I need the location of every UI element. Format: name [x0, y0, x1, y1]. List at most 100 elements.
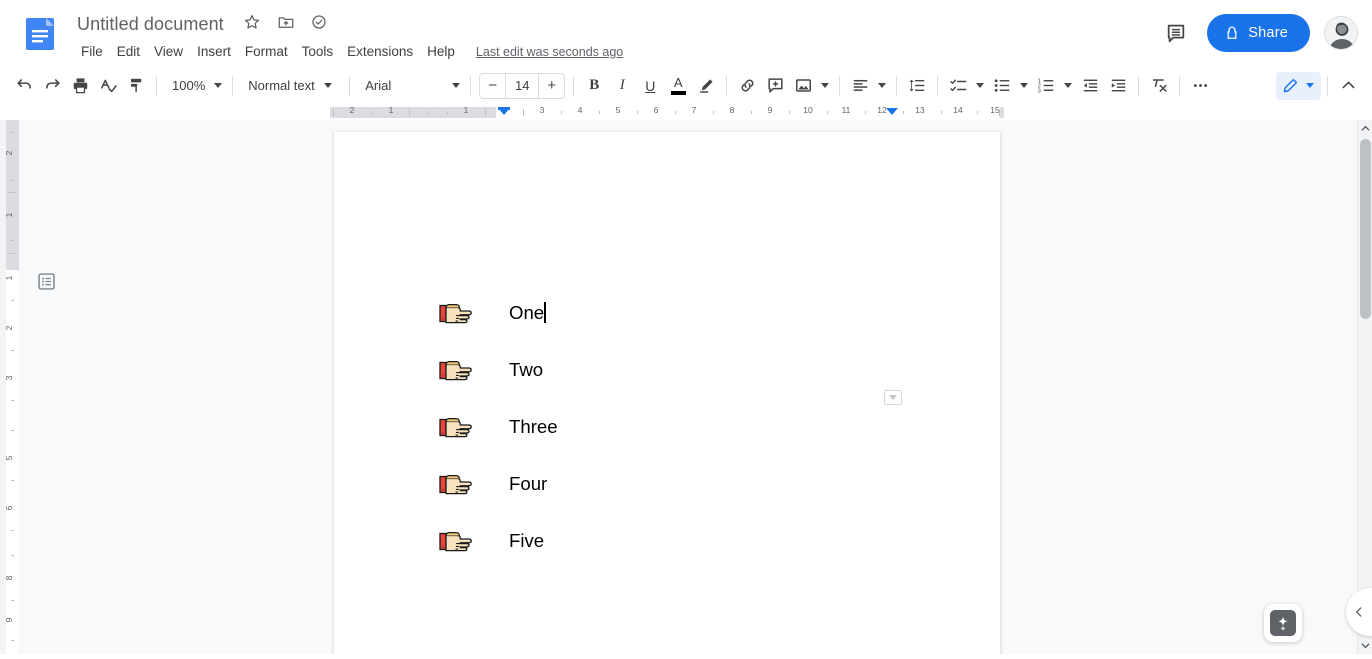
line-spacing-icon[interactable]	[903, 72, 931, 100]
zoom-select[interactable]: 100%	[163, 72, 226, 100]
share-label: Share	[1248, 25, 1288, 41]
chevron-down-icon	[817, 72, 833, 100]
insert-image-button[interactable]	[789, 72, 833, 100]
list-item[interactable]: Two	[437, 341, 917, 398]
increase-indent-icon[interactable]	[1104, 72, 1132, 100]
add-comment-icon[interactable]	[761, 72, 789, 100]
toolbar-divider	[1138, 76, 1139, 96]
ruler-label: 1	[464, 105, 469, 115]
docs-logo-icon[interactable]	[22, 16, 58, 52]
italic-button[interactable]: I	[608, 72, 636, 100]
highlight-icon[interactable]	[692, 72, 720, 100]
spellcheck-icon[interactable]	[94, 72, 122, 100]
left-indent-bar[interactable]	[498, 107, 510, 110]
decrease-indent-icon[interactable]	[1076, 72, 1104, 100]
font-family-select[interactable]: Arial	[356, 72, 464, 100]
star-icon[interactable]	[243, 13, 265, 35]
vruler-label: 1	[4, 276, 14, 281]
numbered-list-button[interactable]: 1 2 3	[1032, 72, 1076, 100]
vruler-label: 1	[4, 213, 14, 218]
align-left-icon	[846, 72, 874, 100]
font-size-stepper: − 14 +	[479, 73, 565, 99]
scroll-down-icon[interactable]	[1358, 637, 1372, 654]
paint-format-icon[interactable]	[122, 72, 150, 100]
horizontal-ruler[interactable]: 2 1 1 3 4 5 6 7 8 9 10 11 12 13 14 15	[0, 104, 1372, 120]
google-docs-window: Untitled document	[0, 0, 1372, 659]
list-item[interactable]: Four	[437, 455, 917, 512]
list-item-text: Five	[509, 530, 544, 552]
document-title[interactable]: Untitled document	[72, 10, 229, 38]
chevron-down-icon	[1306, 83, 1314, 88]
vertical-scrollbar[interactable]	[1357, 120, 1372, 654]
checklist-button[interactable]	[944, 72, 988, 100]
list-options-dropdown[interactable]	[884, 390, 902, 405]
ruler-label: 6	[654, 105, 659, 115]
last-edit-status[interactable]: Last edit was seconds ago	[476, 43, 623, 61]
font-size-decrease-button[interactable]: −	[480, 74, 505, 98]
cloud-saved-icon[interactable]	[310, 13, 332, 35]
pointing-hand-right-emoji	[437, 299, 477, 327]
menu-insert[interactable]: Insert	[190, 40, 238, 64]
right-indent-marker[interactable]	[886, 108, 898, 115]
more-options-icon[interactable]	[1186, 72, 1214, 100]
gemini-sparkle-icon[interactable]	[1264, 604, 1302, 642]
zoom-value: 100%	[172, 78, 205, 93]
title-action-icons	[243, 13, 339, 35]
style-value: Normal text	[248, 78, 314, 93]
menu-edit[interactable]: Edit	[110, 40, 147, 64]
chevron-down-icon	[874, 72, 890, 100]
bulleted-list-button[interactable]	[988, 72, 1032, 100]
redo-icon[interactable]	[38, 72, 66, 100]
editing-mode-button[interactable]	[1276, 72, 1321, 100]
comment-history-icon[interactable]	[1159, 16, 1193, 50]
chevron-down-icon	[972, 72, 988, 100]
toolbar-divider	[573, 76, 574, 96]
undo-icon[interactable]	[10, 72, 38, 100]
scrollbar-thumb[interactable]	[1360, 139, 1371, 319]
share-button[interactable]: Share	[1207, 14, 1310, 52]
list-item[interactable]: Three	[437, 398, 917, 455]
toolbar-divider	[232, 76, 233, 96]
list-item[interactable]: Five	[437, 512, 917, 569]
menu-help[interactable]: Help	[420, 40, 462, 64]
ruler-label: 4	[578, 105, 583, 115]
menu-tools[interactable]: Tools	[295, 40, 341, 64]
list-item[interactable]: One	[437, 284, 917, 341]
move-to-folder-icon[interactable]	[277, 13, 299, 35]
main-toolbar: 100% Normal text Arial − 14 + B I U	[10, 68, 1362, 104]
insert-image-icon	[789, 72, 817, 100]
chevron-down-icon	[452, 83, 460, 88]
bold-button[interactable]: B	[580, 72, 608, 100]
scroll-up-icon[interactable]	[1358, 120, 1372, 137]
numbered-list-icon: 1 2 3	[1032, 72, 1060, 100]
ruler-label: 8	[730, 105, 735, 115]
text-color-button[interactable]: A	[664, 72, 692, 100]
clear-formatting-icon[interactable]	[1145, 72, 1173, 100]
underline-button[interactable]: U	[636, 72, 664, 100]
font-size-input[interactable]: 14	[505, 74, 539, 98]
menu-format[interactable]: Format	[238, 40, 295, 64]
menu-view[interactable]: View	[147, 40, 190, 64]
print-icon[interactable]	[66, 72, 94, 100]
ruler-label: 2	[350, 105, 355, 115]
toolbar-right-group	[1276, 72, 1362, 100]
bulleted-list-icon	[988, 72, 1016, 100]
collapse-chevron-up-icon[interactable]	[1334, 72, 1362, 100]
collapse-left-chevron-icon[interactable]	[1346, 588, 1372, 636]
app-header: Untitled document	[0, 0, 1372, 68]
document-body[interactable]: One Two	[437, 284, 917, 569]
insert-link-icon[interactable]	[733, 72, 761, 100]
user-avatar[interactable]	[1324, 16, 1358, 50]
menu-extensions[interactable]: Extensions	[340, 40, 420, 64]
paragraph-style-select[interactable]: Normal text	[239, 72, 343, 100]
text-color-label: A	[674, 76, 683, 89]
pointing-hand-right-emoji	[437, 413, 477, 441]
menu-file[interactable]: File	[74, 40, 110, 64]
ruler-label: 3	[540, 105, 545, 115]
font-size-increase-button[interactable]: +	[539, 74, 564, 98]
document-outline-icon[interactable]	[33, 268, 59, 294]
list-item-text: Four	[509, 473, 547, 495]
ruler-label: 11	[842, 105, 851, 115]
align-button[interactable]	[846, 72, 890, 100]
vertical-ruler[interactable]: 2 1 1 2 3 5 6 8 9 10	[0, 120, 20, 654]
